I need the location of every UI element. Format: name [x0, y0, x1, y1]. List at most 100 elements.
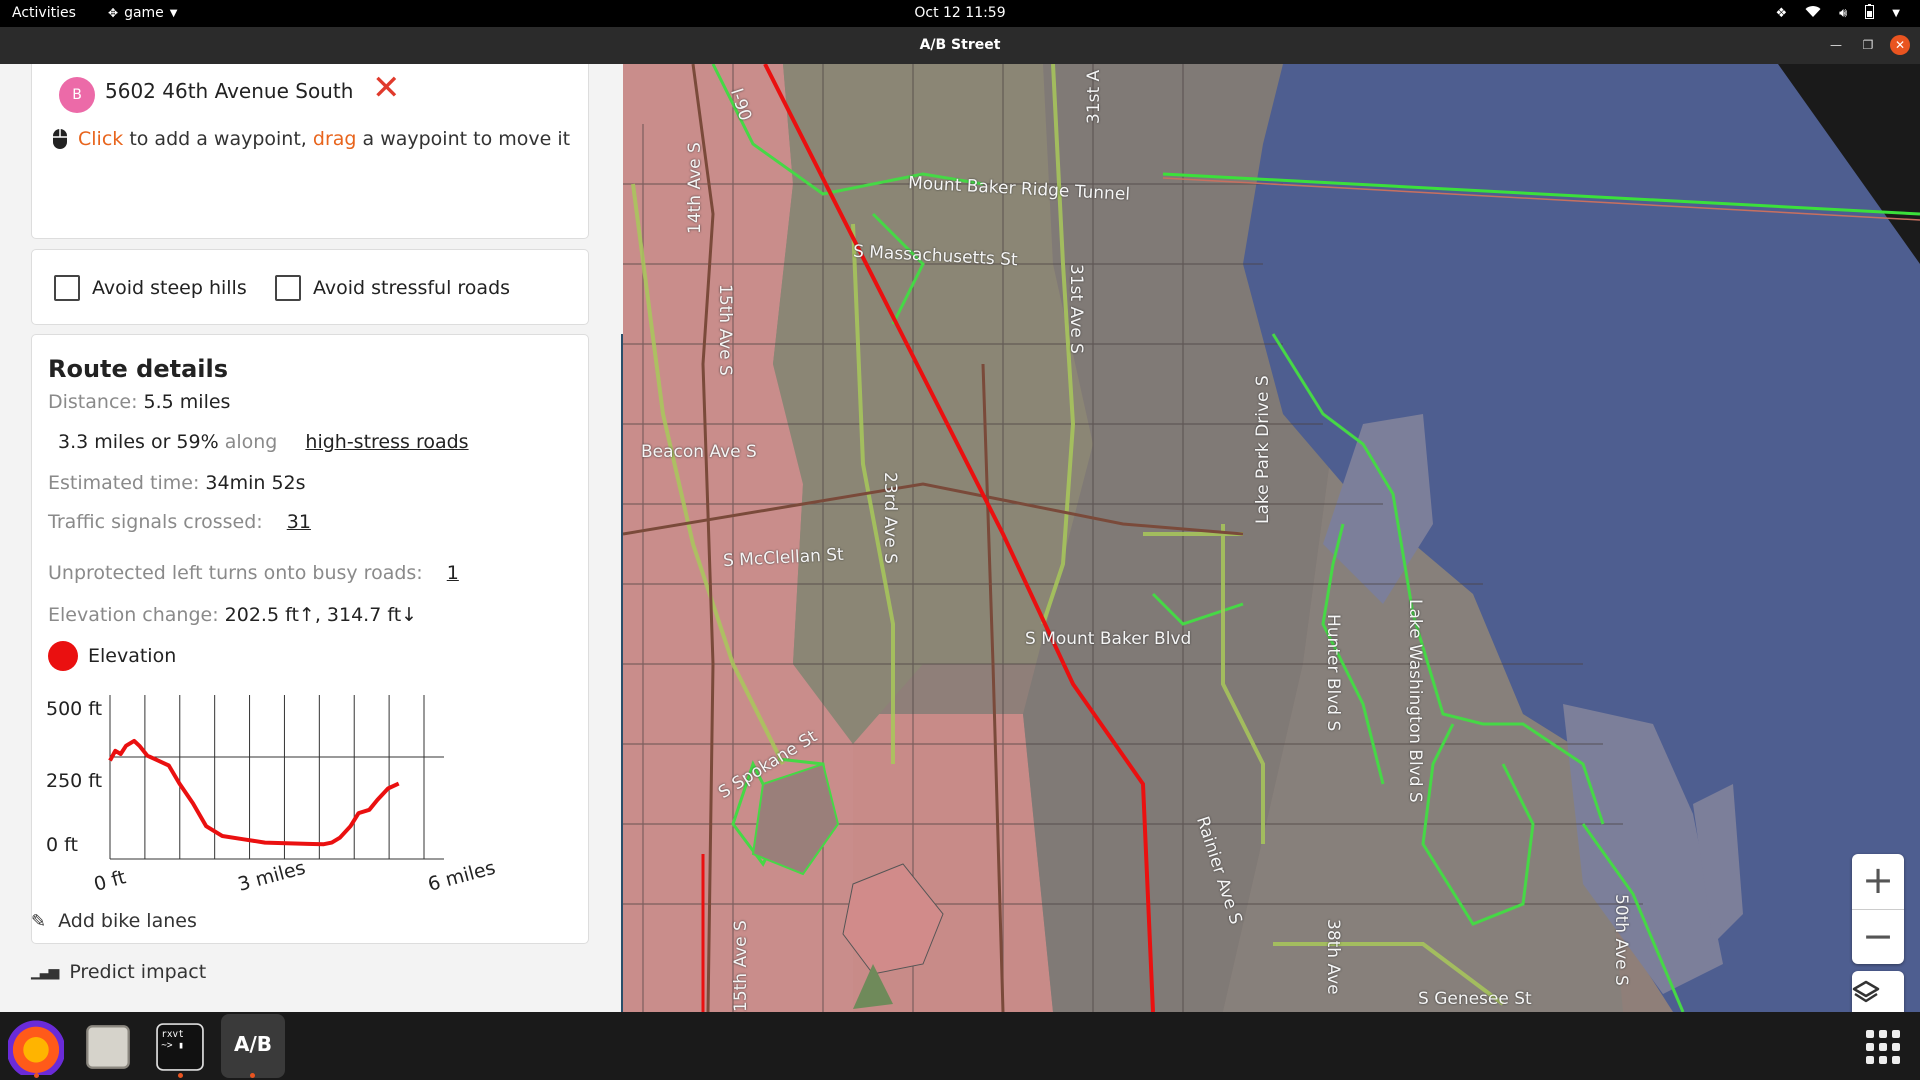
y-tick-label: 250 ft — [46, 770, 102, 792]
avoid-steep-hills-checkbox[interactable]: Avoid steep hills — [54, 275, 247, 301]
time-value: 34min 52s — [205, 472, 306, 494]
bar-chart-icon: ▁▃▅ — [31, 964, 59, 980]
map-label-beacon-ave: Beacon Ave S — [641, 442, 757, 462]
high-stress-roads-link[interactable]: high-stress roads — [305, 431, 468, 453]
add-bike-lanes-label: Add bike lanes — [58, 910, 197, 932]
volume-icon: 🔊︎ — [1839, 6, 1848, 21]
x-tick-label: 0 ft — [92, 866, 129, 896]
distance-value: 5.5 miles — [143, 391, 231, 413]
elevation-value: 202.5 ft↑, 314.7 ft↓ — [224, 604, 418, 626]
x-tick-label: 3 miles — [236, 857, 308, 896]
checkbox-box[interactable] — [54, 275, 80, 301]
stress-prefix: 3.3 miles or 59% — [58, 431, 219, 453]
left-turns-label: Unprotected left turns onto busy roads: — [48, 562, 423, 584]
avoid-steep-hills-label: Avoid steep hills — [92, 277, 247, 299]
hint-click: Click — [78, 128, 124, 150]
maximize-button[interactable]: ❐ — [1858, 35, 1878, 55]
firefox-icon[interactable] — [8, 1019, 64, 1075]
chevron-down-icon: ▼ — [169, 7, 178, 19]
destination-address[interactable]: 5602 46th Avenue South — [105, 79, 353, 103]
legend-label: Elevation — [88, 645, 177, 667]
files-icon[interactable] — [86, 1025, 130, 1069]
map-label-31st-a: 31st A — [1084, 69, 1104, 124]
battery-icon — [1865, 4, 1875, 23]
running-indicator — [34, 1073, 39, 1078]
wifi-icon — [1805, 5, 1821, 22]
panel-scrollbar[interactable] — [621, 334, 623, 1012]
minimize-button[interactable]: — — [1826, 35, 1846, 55]
map-label-23rd-ave: 23rd Ave S — [880, 472, 900, 564]
distance-label: Distance: — [48, 391, 138, 413]
hint-end: a waypoint to move it — [356, 128, 571, 150]
route-options-card: Avoid steep hills Avoid stressful roads — [31, 249, 589, 325]
waypoint-hint: Click to add a waypoint, drag a waypoint… — [52, 128, 570, 150]
destination-card: B 5602 46th Avenue South ✕ Click to add … — [31, 64, 589, 239]
zoom-out-button[interactable]: − — [1852, 909, 1904, 964]
window-title: A/B Street — [919, 37, 1001, 53]
distance-row: Distance: 5.5 miles — [48, 391, 230, 413]
running-indicator — [250, 1073, 255, 1078]
map-label-lake-washington-blvd: Lake Washington Blvd S — [1405, 599, 1425, 803]
map-label-14th-ave: 14th Ave S — [685, 142, 705, 234]
stress-along: along — [224, 431, 278, 453]
add-bike-lanes-button[interactable]: ✎ Add bike lanes — [31, 910, 197, 932]
mouse-icon — [53, 129, 67, 149]
app-menu-label: game — [124, 5, 164, 21]
route-panel: B 5602 46th Avenue South ✕ Click to add … — [0, 64, 623, 1012]
left-turns-link[interactable]: 1 — [447, 562, 459, 584]
route-details-card: Route details Distance: 5.5 miles 3.3 mi… — [31, 334, 589, 944]
elevation-label: Elevation change: — [48, 604, 219, 626]
window-title-bar: A/B Street — ❐ ✕ — [0, 27, 1920, 64]
zoom-in-button[interactable]: + — [1852, 854, 1904, 909]
avoid-stressful-roads-label: Avoid stressful roads — [313, 277, 511, 299]
avoid-stressful-roads-checkbox[interactable]: Avoid stressful roads — [275, 275, 510, 301]
app-menu-icon: ✥ — [108, 6, 119, 20]
x-tick-label: 6 miles — [426, 857, 498, 896]
running-indicator — [178, 1073, 183, 1078]
hint-mid: to add a waypoint, — [123, 128, 313, 150]
signals-row: Traffic signals crossed: 31 — [48, 511, 311, 533]
time-label: Estimated time: — [48, 472, 200, 494]
map-label-genesee: S Genesee St — [1418, 989, 1532, 1009]
predict-impact-button[interactable]: ▁▃▅ Predict impact — [31, 961, 206, 983]
map-label-50th-ave: 50th Ave S — [1611, 894, 1631, 986]
close-button[interactable]: ✕ — [1890, 35, 1910, 55]
pencil-icon: ✎ — [31, 910, 47, 932]
rxvt-terminal-icon[interactable]: rxvt ~> ▮ — [156, 1023, 204, 1071]
map-label-mount-baker-blvd: S Mount Baker Blvd — [1025, 629, 1192, 649]
app-menu[interactable]: ✥ game ▼ — [108, 5, 177, 21]
clock[interactable]: Oct 12 11:59 — [914, 5, 1005, 21]
map-label-lake-park-drive: Lake Park Drive S — [1253, 375, 1273, 524]
show-applications-icon[interactable] — [1866, 1030, 1900, 1064]
left-turns-row: Unprotected left turns onto busy roads: … — [48, 562, 459, 584]
map-label-31st-ave: 31st Ave S — [1066, 264, 1086, 354]
stress-row: 3.3 miles or 59% along high-stress roads — [58, 431, 469, 453]
map-canvas — [623, 64, 1920, 1012]
checkbox-box[interactable] — [275, 275, 301, 301]
elevation-series-line — [108, 738, 400, 847]
signals-link[interactable]: 31 — [287, 511, 311, 533]
hint-text: Click to add a waypoint, drag a waypoint… — [78, 128, 570, 150]
system-tray[interactable]: ❖ 🔊︎ ▼ — [1775, 4, 1900, 23]
layers-icon — [1852, 980, 1880, 1003]
abstreet-app: I-90 Mount Baker Ridge Tunnel S Massachu… — [0, 64, 1920, 1012]
predict-impact-label: Predict impact — [69, 961, 207, 983]
legend-swatch — [48, 641, 78, 671]
layers-button[interactable] — [1852, 971, 1904, 1012]
elevation-chart: 500 ft 250 ft 0 ft 0 ft 3 miles 6 miles — [46, 695, 498, 896]
map-label-15th-ave-b: 15th Ave S — [731, 920, 751, 1012]
remove-waypoint-button[interactable]: ✕ — [372, 71, 401, 105]
system-menu-chevron-icon: ▼ — [1892, 8, 1900, 19]
activities-button[interactable]: Activities — [12, 5, 76, 21]
waypoint-b-badge: B — [59, 77, 95, 113]
time-row: Estimated time: 34min 52s — [48, 472, 306, 494]
elevation-legend: Elevation — [48, 641, 176, 671]
signals-label: Traffic signals crossed: — [48, 511, 263, 533]
map-view[interactable]: I-90 Mount Baker Ridge Tunnel S Massachu… — [623, 64, 1920, 1012]
map-label-38th-ave: 38th Ave — [1323, 919, 1343, 995]
map-label-15th-ave: 15th Ave S — [715, 284, 735, 376]
zoom-control: + − — [1852, 854, 1904, 964]
abstreet-icon[interactable]: A/B — [221, 1014, 285, 1078]
system-top-bar: Activities ✥ game ▼ Oct 12 11:59 ❖ 🔊︎ ▼ — [0, 0, 1920, 27]
dropbox-icon: ❖ — [1775, 6, 1788, 21]
